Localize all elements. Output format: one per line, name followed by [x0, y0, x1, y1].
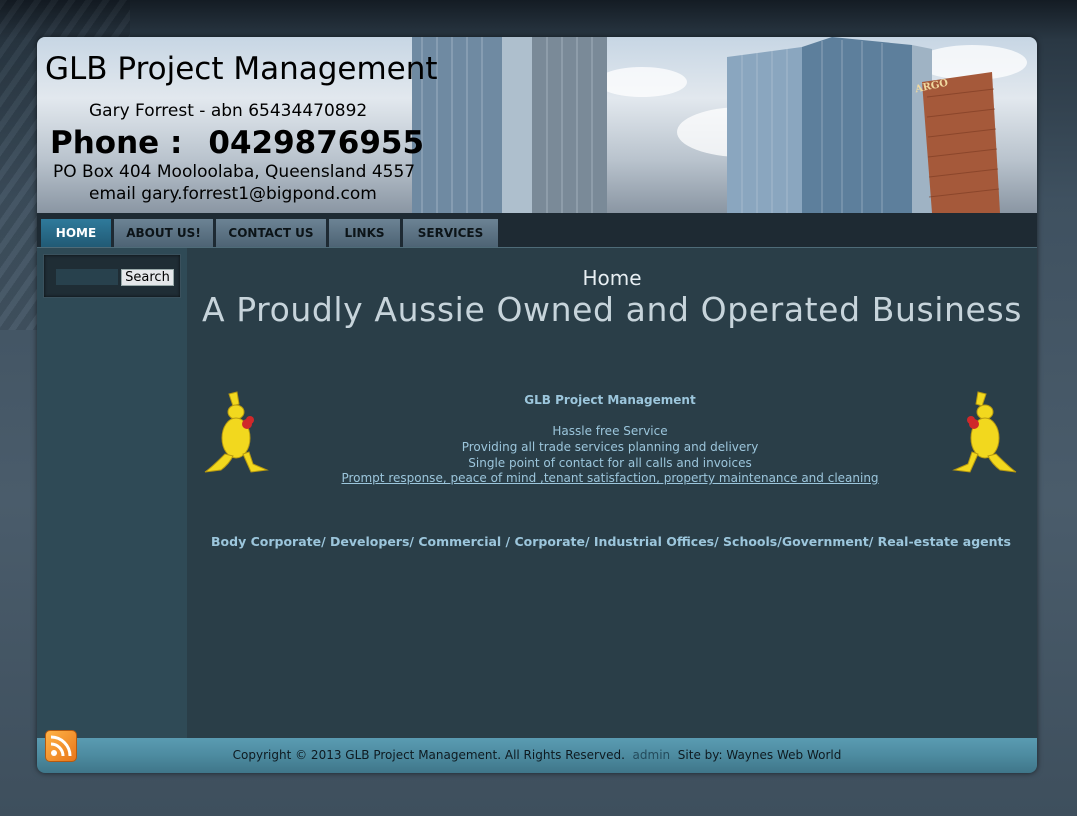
search-input[interactable] — [56, 269, 118, 285]
admin-link[interactable]: admin — [633, 748, 671, 762]
nav-home[interactable]: HOME — [41, 219, 111, 247]
site-title: GLB Project Management — [45, 51, 438, 87]
phone-number: 0429876955 — [208, 125, 425, 161]
service-link[interactable]: Prompt response, peace of mind ,tenant s… — [187, 471, 1033, 485]
sectors-list: Body Corporate/ Developers/ Commercial /… — [211, 534, 1011, 549]
nav-about-us[interactable]: ABOUT US! — [114, 219, 213, 247]
footer: Copyright © 2013 GLB Project Management.… — [37, 730, 1037, 773]
email-line: email gary.forrest1@bigpond.com — [89, 184, 377, 204]
nav-links[interactable]: LINKS — [329, 219, 400, 247]
company-name: GLB Project Management — [524, 393, 696, 407]
phone-label: Phone : — [50, 125, 183, 161]
abn-line: Gary Forrest - abn 65434470892 — [89, 101, 368, 121]
page-heading: A Proudly Aussie Owned and Operated Busi… — [201, 290, 1023, 329]
copyright-text: Copyright © 2013 GLB Project Management.… — [232, 748, 625, 762]
service-line: Hassle free Service — [552, 424, 668, 438]
search-button[interactable]: Search — [121, 269, 174, 286]
page-title: Home — [582, 266, 642, 290]
header-banner: ARGO GLB Project Management Gary Forrest… — [37, 37, 1037, 213]
sidebar: Search — [37, 248, 187, 738]
main-nav: HOME ABOUT US! CONTACT US LINKS SERVICES — [37, 213, 1037, 248]
page-container: ARGO GLB Project Management Gary Forrest… — [37, 37, 1037, 773]
address-line: PO Box 404 Mooloolaba, Queensland 4557 — [53, 162, 416, 182]
main-content: Home A Proudly Aussie Owned and Operated… — [187, 248, 1037, 738]
phone-line: Phone : 0429876955 — [50, 125, 424, 161]
service-line: Single point of contact for all calls an… — [468, 456, 752, 470]
service-line: Providing all trade services planning an… — [461, 440, 759, 454]
copyright-line: Copyright © 2013 GLB Project Management.… — [37, 748, 1037, 762]
nav-services[interactable]: SERVICES — [403, 219, 498, 247]
nav-contact-us[interactable]: CONTACT US — [216, 219, 326, 247]
site-by-text: Site by: Waynes Web World — [677, 748, 842, 762]
skyscraper-right-image — [727, 37, 1000, 213]
search-widget: Search — [43, 254, 181, 298]
